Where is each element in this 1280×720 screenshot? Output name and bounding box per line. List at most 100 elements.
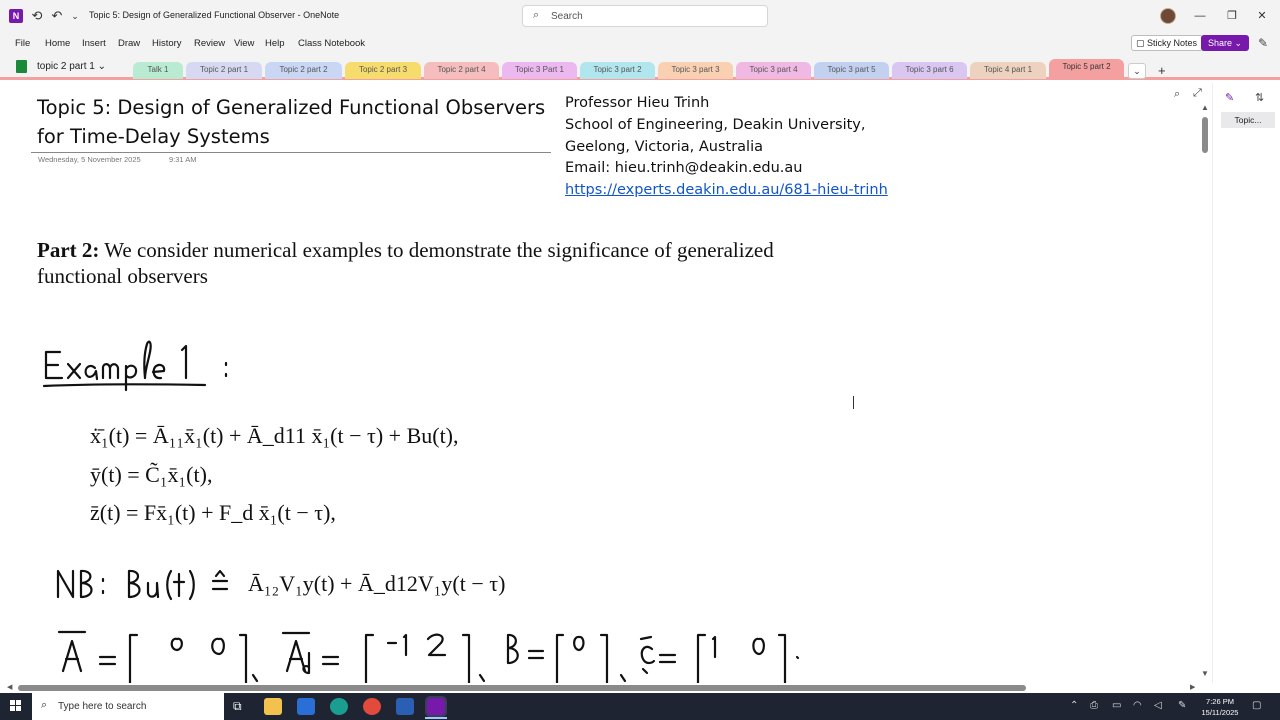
file-explorer-icon[interactable] [264, 698, 282, 715]
title-divider [31, 152, 551, 153]
tab-topic-3-part-6[interactable]: Topic 3 part 6 [892, 62, 967, 79]
windows-start-icon[interactable] [10, 700, 22, 712]
author-block[interactable]: Professor Hieu Trinh School of Engineeri… [565, 93, 888, 202]
page-time: 9:31 AM [169, 155, 197, 164]
restore-icon[interactable]: ❐ [1222, 7, 1242, 25]
ribbon-menu-bar: File Home Insert Draw History Review Vie… [0, 32, 1280, 54]
window-title: Topic 5: Design of Generalized Functiona… [89, 10, 340, 20]
tab-topic-5-part-2[interactable]: Topic 5 part 2 [1049, 59, 1124, 79]
scroll-down-icon[interactable]: ▼ [1201, 669, 1209, 678]
equation-output[interactable]: ȳ(t) = C̃₁x̄₁(t), [90, 462, 212, 488]
scroll-left-icon[interactable]: ◀ [7, 683, 12, 691]
undo-icon[interactable]: ↶ [48, 7, 66, 25]
notebook-name: topic 2 part 1 [37, 61, 95, 72]
equation-output-text: ȳ(t) = C̃₁x̄₁(t), [90, 462, 213, 487]
onenote-window: N ⟲ ↶ ⌄ Topic 5: Design of Generalized F… [0, 0, 1280, 720]
page-list-item[interactable]: Topic... [1221, 112, 1275, 128]
taskbar-search-placeholder: Type here to search [58, 701, 147, 712]
part2-heading: Part 2: [37, 238, 100, 262]
tab-topic-2-part-3[interactable]: Topic 2 part 3 [345, 62, 421, 79]
equation-functional-text: z̄(t) = Fx̄₁(t) + F_d x̄₁(t − τ), [90, 500, 336, 525]
clock-date: 15/11/2025 [1201, 708, 1239, 717]
nb-equation-rhs[interactable]: Ā₁₂V₁y(t) + Ā_d12V₁y(t − τ) [248, 571, 505, 597]
menu-review[interactable]: Review [194, 38, 225, 49]
notebook-selector[interactable]: topic 2 part 1 ⌄ [37, 61, 106, 72]
pen-workspace-icon[interactable]: ✎ [1178, 700, 1186, 711]
equation-state-text: ẋ̄₁(t) = Ā₁₁x̄₁(t) + Ā_d11 x̄₁(t − τ) + … [90, 423, 459, 448]
sticky-notes-label: Sticky Notes [1147, 38, 1198, 48]
printer-icon[interactable]: ⎙ [1090, 700, 1098, 711]
network-icon[interactable]: ◠ [1133, 700, 1142, 711]
draw-pen-icon[interactable]: ✎ [1258, 36, 1268, 50]
page-canvas[interactable]: Topic 5: Design of Generalized Functiona… [5, 83, 1210, 683]
horizontal-scroll-thumb[interactable] [18, 685, 1026, 691]
expand-icon[interactable]: ⤢ [1193, 87, 1202, 100]
share-button[interactable]: Share ⌄ [1201, 35, 1249, 51]
tab-topic-2-part-2[interactable]: Topic 2 part 2 [265, 62, 342, 79]
handwritten-matrices [57, 630, 800, 683]
menu-class-notebook[interactable]: Class Notebook [298, 38, 365, 49]
microsoft-store-icon[interactable] [297, 698, 315, 715]
author-line: Geelong, Victoria, Australia [565, 138, 763, 155]
chrome-browser-icon[interactable] [363, 698, 381, 715]
meet-now-icon[interactable]: ▭ [1112, 700, 1121, 711]
back-icon[interactable]: ⟲ [28, 7, 46, 25]
word-icon[interactable] [396, 698, 414, 715]
scroll-up-icon[interactable]: ▲ [1201, 103, 1209, 112]
menu-view[interactable]: View [234, 38, 254, 49]
tab-topic-2-part-1[interactable]: Topic 2 part 1 [186, 62, 262, 79]
profile-link[interactable]: https://experts.deakin.edu.au/681-hieu-t… [565, 180, 888, 202]
tab-topic-3-part-5[interactable]: Topic 3 part 5 [814, 62, 889, 79]
scroll-right-icon[interactable]: ▶ [1190, 683, 1195, 691]
tab-talk-1[interactable]: Talk 1 [133, 62, 183, 79]
equation-functional[interactable]: z̄(t) = Fx̄₁(t) + F_d x̄₁(t − τ), [90, 500, 336, 526]
menu-draw[interactable]: Draw [118, 38, 140, 49]
tab-topic-3-part-3[interactable]: Topic 3 part 3 [658, 62, 733, 79]
search-input[interactable]: ⌕ Search [522, 5, 768, 27]
search-icon: ⌕ [533, 9, 540, 21]
taskbar-search-input[interactable]: ⌕ Type here to search [32, 693, 224, 720]
minimize-icon[interactable]: — [1190, 7, 1210, 25]
tab-topic-4-part-1[interactable]: Topic 4 part 1 [970, 62, 1046, 79]
page-list-pane: ✎ ⇅ Topic... [1212, 83, 1280, 683]
vertical-scrollbar[interactable]: ▲ ▼ [1199, 103, 1211, 683]
equation-state[interactable]: ẋ̄₁(t) = Ā₁₁x̄₁(t) + Ā_d11 x̄₁(t − τ) + … [90, 423, 459, 449]
tab-topic-3-part-2[interactable]: Topic 3 part 2 [580, 62, 655, 79]
avatar[interactable] [1160, 8, 1176, 24]
share-label: Share [1207, 38, 1232, 48]
vertical-scroll-thumb[interactable] [1202, 117, 1208, 153]
add-section-icon[interactable]: + [1158, 64, 1166, 78]
quick-access-dropdown-icon[interactable]: ⌄ [66, 7, 84, 25]
author-line: School of Engineering, Deakin University… [565, 116, 866, 133]
author-line: Email: hieu.trinh@deakin.edu.au [565, 160, 803, 177]
sort-pages-icon[interactable]: ⇅ [1255, 91, 1264, 104]
text-cursor [853, 396, 854, 409]
menu-insert[interactable]: Insert [82, 38, 106, 49]
onenote-taskbar-icon[interactable] [425, 696, 447, 717]
tab-topic-3-part-1[interactable]: Topic 3 Part 1 [502, 62, 577, 79]
edge-browser-icon[interactable] [330, 698, 348, 715]
tab-topic-2-part-4[interactable]: Topic 2 part 4 [424, 62, 499, 79]
add-page-icon[interactable]: ✎ [1225, 91, 1234, 104]
task-view-icon[interactable]: ⧉ [233, 699, 242, 714]
onenote-logo-icon: N [9, 9, 23, 23]
menu-help[interactable]: Help [265, 38, 285, 49]
close-icon[interactable]: ✕ [1252, 7, 1272, 25]
tray-overflow-chevron-icon[interactable]: ⌃ [1070, 700, 1078, 711]
section-tabs-row: topic 2 part 1 ⌄ Talk 1 Topic 2 part 1 T… [0, 54, 1280, 80]
page-date: Wednesday, 5 November 2025 [38, 155, 141, 164]
part2-paragraph[interactable]: Part 2: We consider numerical examples t… [37, 237, 797, 289]
page-search-icon[interactable]: ⌕ [1174, 88, 1180, 101]
tabs-overflow-chevron-icon[interactable]: ⌄ [1128, 63, 1146, 79]
horizontal-scrollbar[interactable]: ◀ ▶ [5, 683, 1200, 693]
menu-history[interactable]: History [152, 38, 182, 49]
page-title[interactable]: Topic 5: Design of Generalized Functiona… [37, 93, 557, 151]
volume-icon[interactable]: ◁ [1154, 700, 1162, 711]
taskbar-clock[interactable]: 7:26 PM 15/11/2025 [1198, 696, 1242, 718]
sticky-notes-button[interactable]: ▢ Sticky Notes [1131, 35, 1204, 51]
tab-topic-3-part-4[interactable]: Topic 3 part 4 [736, 62, 811, 79]
menu-file[interactable]: File [15, 38, 30, 49]
notifications-icon[interactable]: ▢ [1252, 700, 1261, 711]
clock-time: 7:26 PM [1206, 697, 1234, 706]
menu-home[interactable]: Home [45, 38, 70, 49]
